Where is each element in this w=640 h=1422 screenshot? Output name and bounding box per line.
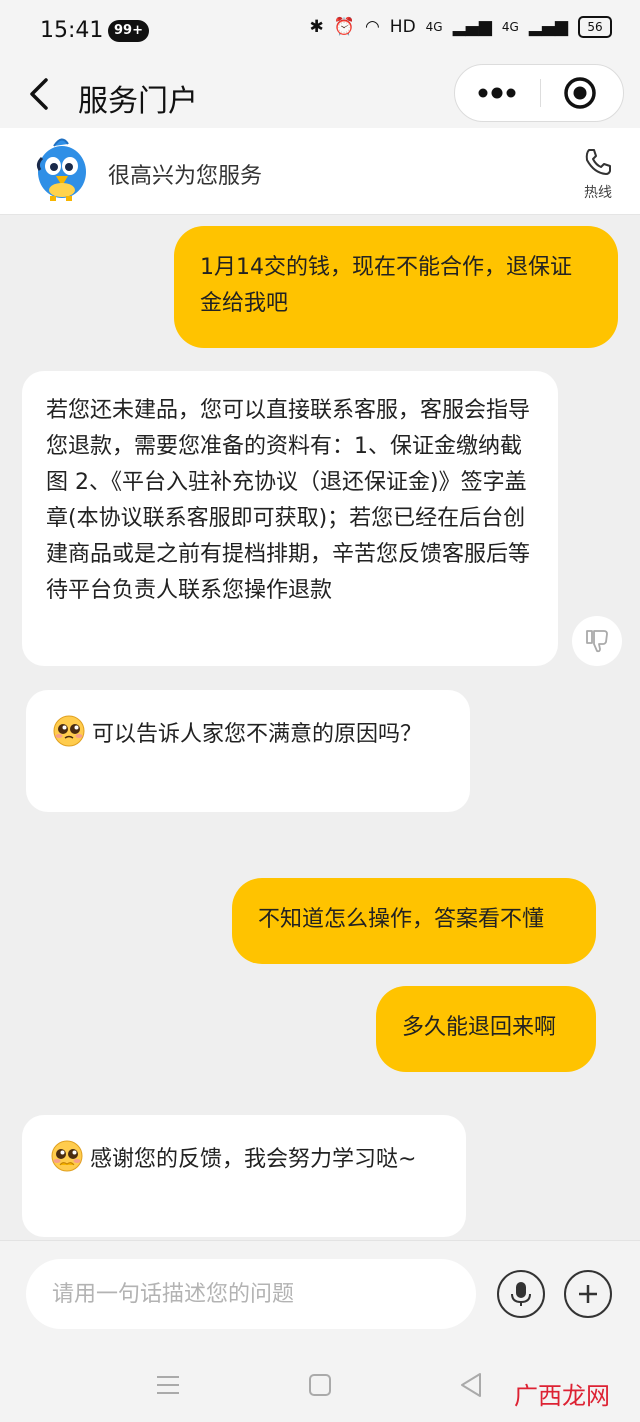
back-triangle-icon[interactable] — [456, 1370, 486, 1400]
message-text: 1月14交的钱，现在不能合作，退保证金给我吧 — [200, 255, 572, 316]
hotline-label: 热线 — [584, 185, 612, 201]
home-icon[interactable] — [305, 1370, 335, 1400]
dislike-button[interactable] — [572, 616, 622, 666]
battery-indicator: 56 — [578, 16, 612, 38]
voice-button[interactable] — [497, 1270, 545, 1318]
message-text: 可以告诉人家您不满意的原因吗？ — [92, 722, 423, 747]
status-bar: 15:41 99+ ✱ ⏰ ◠ HD 4G ▂▄▆ 4G ▂▄▆ 56 — [0, 0, 640, 62]
mini-program-capsule — [454, 64, 624, 122]
bluetooth-icon: ✱ — [309, 17, 324, 37]
network-label: HD — [389, 17, 416, 37]
back-button[interactable] — [22, 76, 58, 112]
alarm-icon: ⏰ — [333, 17, 355, 37]
bot-message: 感谢您的反馈，我会努力学习哒~ — [22, 1115, 466, 1237]
target-close-icon — [564, 77, 596, 109]
page-title: 服务门户 — [78, 84, 198, 119]
phone-icon — [585, 149, 611, 175]
status-icons: ✱ ⏰ ◠ HD 4G ▂▄▆ 4G ▂▄▆ 56 — [310, 16, 612, 38]
message-text: 不知道怎么操作，答案看不懂 — [258, 907, 545, 932]
signal-icon: ▂▄▆ — [528, 17, 568, 37]
input-bar — [0, 1240, 640, 1351]
more-dots-icon — [478, 87, 516, 99]
question-input[interactable] — [26, 1259, 476, 1329]
user-message: 多久能退回来啊 — [376, 986, 596, 1072]
message-text: 多久能退回来啊 — [402, 1015, 557, 1040]
notification-badge: 99+ — [108, 20, 149, 42]
signal-1-label: 4G — [425, 20, 443, 34]
user-message: 1月14交的钱，现在不能合作，退保证金给我吧 — [174, 226, 618, 348]
bot-message: 可以告诉人家您不满意的原因吗？ — [26, 690, 470, 812]
user-message: 不知道怎么操作，答案看不懂 — [232, 878, 596, 964]
more-button[interactable] — [477, 65, 517, 121]
menu-icon[interactable] — [153, 1370, 183, 1400]
bird-mascot-avatar — [36, 138, 86, 201]
thumbs-down-icon — [586, 630, 608, 653]
signal-icon: ▂▄▆ — [452, 17, 492, 37]
microphone-icon — [511, 1282, 531, 1306]
watermark: 广西龙网 — [514, 1382, 610, 1410]
pleading-face-emoji-icon — [51, 1140, 83, 1172]
close-mini-program-button[interactable] — [563, 76, 597, 110]
service-header: 很高兴为您服务 热线 — [0, 128, 640, 215]
nav-bar: 服务门户 — [0, 62, 640, 128]
clock: 15:41 — [40, 18, 104, 43]
chevron-left-icon — [30, 78, 48, 110]
bot-message: 若您还未建品，您可以直接联系客服，客服会指导您退款，需要您准备的资料有：1、保证… — [22, 371, 558, 666]
hotline-button[interactable]: 热线 — [580, 146, 616, 202]
pleading-face-emoji-icon — [53, 715, 85, 747]
message-text: 若您还未建品，您可以直接联系客服，客服会指导您退款，需要您准备的资料有：1、保证… — [46, 398, 531, 603]
service-greeting: 很高兴为您服务 — [108, 164, 263, 189]
capsule-divider — [540, 79, 541, 107]
signal-2-label: 4G — [501, 20, 519, 34]
message-text: 感谢您的反馈，我会努力学习哒~ — [90, 1147, 417, 1172]
plus-icon — [579, 1285, 597, 1303]
add-button[interactable] — [564, 1270, 612, 1318]
wifi-icon: ◠ — [364, 17, 380, 37]
